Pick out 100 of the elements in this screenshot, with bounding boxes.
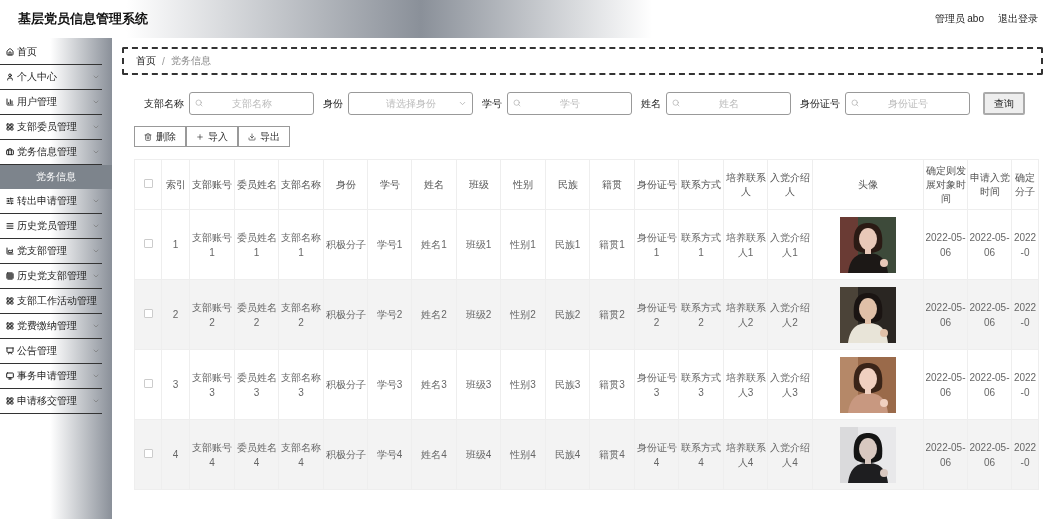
sidebar-item[interactable]: 历史党员管理 xyxy=(0,214,102,239)
action-button[interactable]: 删除 xyxy=(134,126,186,147)
sidebar-item[interactable]: 公告管理 xyxy=(0,339,102,364)
sidebar-item[interactable]: 支部委员管理 xyxy=(0,115,102,140)
checkbox[interactable] xyxy=(143,379,153,388)
checkbox[interactable] xyxy=(143,309,153,318)
checkbox[interactable] xyxy=(143,239,153,248)
table-cell: 积极分子 xyxy=(325,309,366,320)
table-cell: 4 xyxy=(172,449,179,460)
table-cell: 性别2 xyxy=(510,309,536,320)
table-cell: 学号4 xyxy=(376,449,403,460)
sidebar-item[interactable]: 首页 xyxy=(0,40,102,65)
bar-chart-icon xyxy=(6,98,14,106)
table-cell: 学号2 xyxy=(376,309,403,320)
checkbox[interactable] xyxy=(143,179,153,188)
table-cell: 支部账号3 xyxy=(192,371,232,398)
field-label: 身份证号 xyxy=(800,96,840,111)
field-label: 身份 xyxy=(323,96,343,111)
sidebar-item[interactable]: 党费缴纳管理 xyxy=(0,314,102,339)
table-cell: 委员姓名4 xyxy=(236,441,277,468)
sidebar-item[interactable]: 历史党支部管理 xyxy=(0,264,102,289)
sidebar-item[interactable]: 党支部管理 xyxy=(0,239,102,264)
table-cell: 2022-0 xyxy=(1013,441,1037,468)
sidebar-item[interactable]: 事务申请管理 xyxy=(0,364,102,389)
table-cell: 支部账号4 xyxy=(192,441,232,468)
search-field[interactable]: 身份证号 xyxy=(845,92,970,115)
table-cell: 籍贯3 xyxy=(599,379,625,390)
table-cell: 积极分子 xyxy=(325,449,366,460)
table-cell: 积极分子 xyxy=(325,239,366,250)
table-cell: 培养联系人1 xyxy=(725,231,766,258)
table-cell: 培养联系人4 xyxy=(725,441,766,468)
table-cell: 2022-05-06 xyxy=(925,231,966,258)
table-cell: 委员姓名3 xyxy=(236,371,277,398)
download-icon xyxy=(248,132,256,141)
search-field[interactable]: 支部名称 xyxy=(189,92,314,115)
table-cell: 身份证号1 xyxy=(636,231,677,258)
trash-icon xyxy=(144,132,152,141)
action-button[interactable]: 导出 xyxy=(238,126,290,147)
column-header: 培养联系人 xyxy=(725,171,766,197)
table-cell: 入党介绍人3 xyxy=(770,371,810,398)
chevron-icon xyxy=(92,222,100,230)
sidebar-item[interactable]: 申请移交管理 xyxy=(0,389,102,414)
table-cell: 支部名称3 xyxy=(281,371,321,398)
chevron-icon xyxy=(92,98,100,106)
table-cell: 2022-05-06 xyxy=(969,441,1010,468)
column-header: 支部名称 xyxy=(281,178,321,190)
column-header: 民族 xyxy=(557,178,578,190)
sliders-icon xyxy=(6,197,14,205)
table-cell: 2 xyxy=(172,309,179,320)
sidebar-subitem[interactable]: 党务信息 xyxy=(0,165,112,189)
column-header: 性别 xyxy=(513,178,533,190)
breadcrumb-link[interactable]: 首页 xyxy=(136,54,156,68)
table-cell: 2022-0 xyxy=(1013,231,1037,258)
table-cell: 2022-05-06 xyxy=(925,301,966,328)
table-cell: 支部名称2 xyxy=(281,301,321,328)
search-icon xyxy=(195,99,203,107)
table-cell: 民族1 xyxy=(554,239,581,250)
chevron-icon xyxy=(92,123,100,131)
select-field[interactable]: 请选择身份 xyxy=(348,92,473,115)
sidebar-item[interactable]: 转出申请管理 xyxy=(0,189,102,214)
column-header: 索引 xyxy=(165,178,186,190)
table-cell: 民族3 xyxy=(554,379,581,390)
logout-link[interactable]: 退出登录 xyxy=(998,12,1038,26)
table-cell: 培养联系人2 xyxy=(725,301,766,328)
chevron-icon xyxy=(92,322,100,330)
table-cell: 学号1 xyxy=(376,239,403,250)
search-field[interactable]: 学号 xyxy=(507,92,632,115)
chevron-icon xyxy=(92,272,100,280)
column-header: 学号 xyxy=(379,178,400,190)
table-cell: 联系方式4 xyxy=(681,441,721,468)
table-cell: 姓名4 xyxy=(421,449,447,460)
search-icon xyxy=(851,99,859,107)
query-button[interactable]: 查询 xyxy=(983,92,1025,115)
column-header: 委员姓名 xyxy=(236,178,277,190)
checkbox[interactable] xyxy=(143,449,153,458)
table-cell: 入党介绍人2 xyxy=(770,301,810,328)
user-label: 管理员 abo xyxy=(934,12,984,26)
table-cell: 2022-0 xyxy=(1013,301,1037,328)
sidebar-item[interactable]: 用户管理 xyxy=(0,90,102,115)
monitor-icon xyxy=(6,372,14,380)
table-cell: 民族2 xyxy=(554,309,581,320)
breadcrumb-separator: / xyxy=(162,55,165,67)
table-cell: 联系方式2 xyxy=(681,301,721,328)
search-field[interactable]: 姓名 xyxy=(666,92,791,115)
table-cell: 2022-05-06 xyxy=(925,441,966,468)
column-header: 确定则发展对象时间 xyxy=(925,164,966,204)
area-chart-icon xyxy=(6,247,14,255)
action-button[interactable]: 导入 xyxy=(186,126,238,147)
table-cell: 积极分子 xyxy=(325,379,366,390)
table-cell: 支部名称4 xyxy=(281,441,321,468)
table-cell: 籍贯1 xyxy=(599,239,625,250)
sidebar-item[interactable]: 支部工作活动管理 xyxy=(0,289,102,314)
breadcrumb-link[interactable]: 党务信息 xyxy=(170,54,211,68)
sidebar-item[interactable]: 个人中心 xyxy=(0,65,102,90)
table-cell: 性别1 xyxy=(510,239,536,250)
table-cell: 委员姓名2 xyxy=(236,301,277,328)
table-cell: 姓名1 xyxy=(421,239,447,250)
chevron-icon xyxy=(92,247,100,255)
table-cell: 2022-0 xyxy=(1013,371,1037,398)
column-header: 确定分子 xyxy=(1015,171,1035,197)
